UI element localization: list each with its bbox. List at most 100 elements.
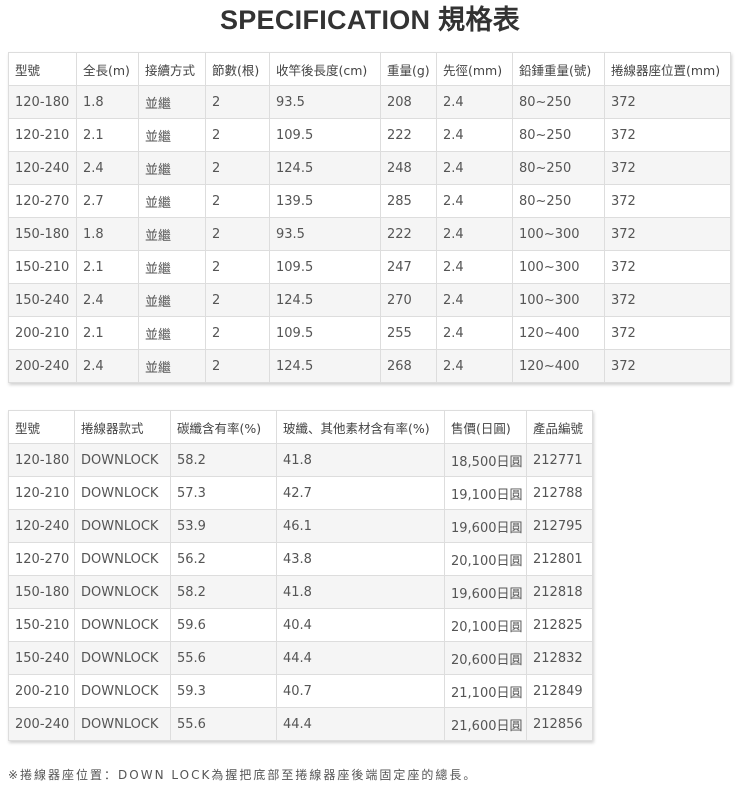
table-cell: 100~300 xyxy=(512,217,605,251)
table-cell: 2.4 xyxy=(76,283,139,317)
table-cell: 212788 xyxy=(526,476,593,510)
table-cell: 120-240 xyxy=(8,151,77,185)
table-cell: 372 xyxy=(604,85,731,119)
table-cell: 19,600日圓 xyxy=(444,575,527,609)
table-cell: 124.5 xyxy=(269,283,381,317)
table-cell: 212825 xyxy=(526,608,593,642)
table-cell: 372 xyxy=(604,283,731,317)
table-cell: 21,100日圓 xyxy=(444,674,527,708)
table-cell: 55.6 xyxy=(170,707,277,741)
table-cell: 212856 xyxy=(526,707,593,741)
table-cell: 120-180 xyxy=(8,443,75,477)
table-cell: 212832 xyxy=(526,641,593,675)
table-cell: 2 xyxy=(205,250,270,284)
table-cell: 58.2 xyxy=(170,575,277,609)
table-cell: DOWNLOCK xyxy=(74,608,171,642)
column-header: 全長(m) xyxy=(76,52,139,86)
table-header-row: 型號 全長(m) 接續方式 節數(根) 收竿後長度(cm) 重量(g) 先徑(mm) 鉛錘重量… xyxy=(8,52,731,86)
table-row: 120-240 DOWNLOCK 53.9 46.1 19,600日圓 212795 xyxy=(8,509,593,543)
column-header: 碳纖含有率(%) xyxy=(170,410,277,444)
table-cell: 109.5 xyxy=(269,118,381,152)
table-cell: 並繼 xyxy=(138,316,206,350)
table-cell: 120-240 xyxy=(8,509,75,543)
table-cell: 212795 xyxy=(526,509,593,543)
table-cell: 372 xyxy=(604,250,731,284)
table-cell: 2.4 xyxy=(436,184,513,218)
table-cell: 150-180 xyxy=(8,575,75,609)
table-cell: 57.3 xyxy=(170,476,277,510)
table-cell: 並繼 xyxy=(138,250,206,284)
table-cell: 124.5 xyxy=(269,349,381,383)
table-row: 200-240 2.4 並繼 2 124.5 268 2.4 120~400 372 xyxy=(8,349,731,383)
table-cell: 並繼 xyxy=(138,283,206,317)
table-cell: 150-210 xyxy=(8,250,77,284)
table-cell: 372 xyxy=(604,349,731,383)
table-cell: 2 xyxy=(205,151,270,185)
table-cell: 42.7 xyxy=(276,476,445,510)
table-cell: 1.8 xyxy=(76,85,139,119)
table-cell: 372 xyxy=(604,217,731,251)
table-cell: 372 xyxy=(604,151,731,185)
table-cell: 109.5 xyxy=(269,316,381,350)
table-cell: 2 xyxy=(205,184,270,218)
table-cell: DOWNLOCK xyxy=(74,707,171,741)
spec-table-dimensions: 型號 全長(m) 接續方式 節數(根) 收竿後長度(cm) 重量(g) 先徑(mm) 鉛錘重量… xyxy=(8,52,731,383)
table-cell: 40.7 xyxy=(276,674,445,708)
table-cell: DOWNLOCK xyxy=(74,641,171,675)
table-cell: 212849 xyxy=(526,674,593,708)
table-cell: 40.4 xyxy=(276,608,445,642)
table-cell: 19,100日圓 xyxy=(444,476,527,510)
table-cell: 200-210 xyxy=(8,674,75,708)
table-cell: 120-270 xyxy=(8,184,77,218)
table-cell: 2 xyxy=(205,85,270,119)
table-cell: 20,100日圓 xyxy=(444,608,527,642)
column-header: 捲線器座位置(mm) xyxy=(604,52,731,86)
table-cell: 100~300 xyxy=(512,283,605,317)
table-row: 120-210 2.1 並繼 2 109.5 222 2.4 80~250 372 xyxy=(8,118,731,152)
column-header: 售價(日圓) xyxy=(444,410,527,444)
table-cell: 56.2 xyxy=(170,542,277,576)
table-cell: 200-210 xyxy=(8,316,77,350)
table-cell: 372 xyxy=(604,316,731,350)
table-cell: 2.4 xyxy=(436,349,513,383)
table-cell: 120-270 xyxy=(8,542,75,576)
table-cell: 2.1 xyxy=(76,316,139,350)
table-cell: 59.3 xyxy=(170,674,277,708)
table-cell: 208 xyxy=(380,85,437,119)
column-header: 型號 xyxy=(8,52,77,86)
table-cell: 2.4 xyxy=(436,151,513,185)
table-cell: 212771 xyxy=(526,443,593,477)
table-cell: 20,600日圓 xyxy=(444,641,527,675)
table-cell: 150-180 xyxy=(8,217,77,251)
table-header-row: 型號 捲線器款式 碳纖含有率(%) 玻纖、其他素材含有率(%) 售價(日圓) 產品編號 xyxy=(8,410,593,444)
table-row: 150-240 2.4 並繼 2 124.5 270 2.4 100~300 372 xyxy=(8,283,731,317)
table-row: 200-210 DOWNLOCK 59.3 40.7 21,100日圓 212849 xyxy=(8,674,593,708)
table-cell: 212801 xyxy=(526,542,593,576)
column-header: 捲線器款式 xyxy=(74,410,171,444)
table-cell: 2.4 xyxy=(436,118,513,152)
table-row: 120-210 DOWNLOCK 57.3 42.7 19,100日圓 212788 xyxy=(8,476,593,510)
column-header: 重量(g) xyxy=(380,52,437,86)
table-cell: 2.1 xyxy=(76,250,139,284)
table-cell: DOWNLOCK xyxy=(74,575,171,609)
table-cell: 100~300 xyxy=(512,250,605,284)
table-row: 120-180 DOWNLOCK 58.2 41.8 18,500日圓 212771 xyxy=(8,443,593,477)
table-cell: 120~400 xyxy=(512,316,605,350)
table-cell: 93.5 xyxy=(269,217,381,251)
table-cell: 44.4 xyxy=(276,641,445,675)
table-cell: 222 xyxy=(380,118,437,152)
table-cell: 2 xyxy=(205,118,270,152)
table-cell: 255 xyxy=(380,316,437,350)
table-cell: 124.5 xyxy=(269,151,381,185)
table-row: 120-270 DOWNLOCK 56.2 43.8 20,100日圓 212801 xyxy=(8,542,593,576)
table-cell: 2.4 xyxy=(76,151,139,185)
table-cell: DOWNLOCK xyxy=(74,443,171,477)
table-cell: 150-210 xyxy=(8,608,75,642)
table-cell: 2.4 xyxy=(436,217,513,251)
table-cell: 109.5 xyxy=(269,250,381,284)
table-cell: DOWNLOCK xyxy=(74,509,171,543)
table-cell: 248 xyxy=(380,151,437,185)
table-row: 200-210 2.1 並繼 2 109.5 255 2.4 120~400 372 xyxy=(8,316,731,350)
table-cell: 80~250 xyxy=(512,151,605,185)
table-cell: 53.9 xyxy=(170,509,277,543)
